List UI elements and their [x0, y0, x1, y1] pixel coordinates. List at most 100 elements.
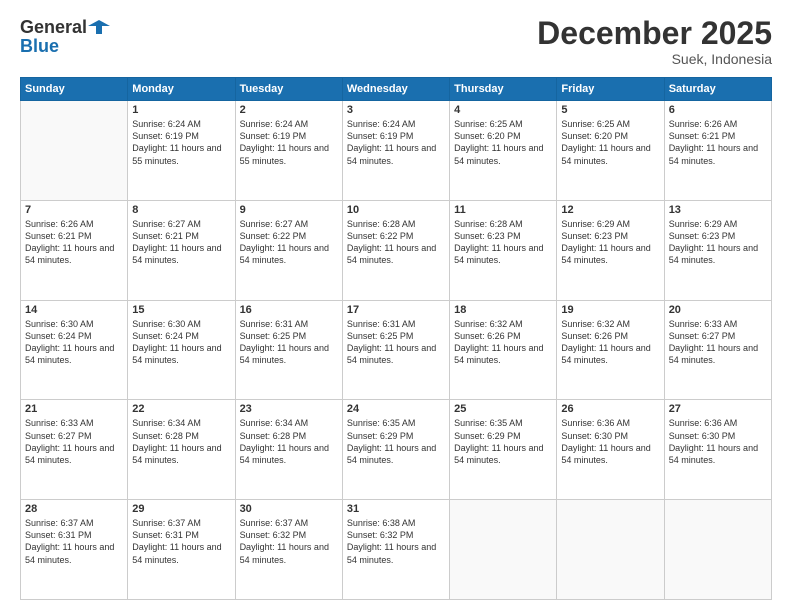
table-row: 28 Sunrise: 6:37 AM Sunset: 6:31 PM Dayli…: [21, 500, 128, 600]
col-saturday: Saturday: [664, 78, 771, 101]
table-row: 13Sunrise: 6:29 AM Sunset: 6:23 PM Dayli…: [664, 200, 771, 300]
table-row: [450, 500, 557, 600]
location: Suek, Indonesia: [537, 51, 772, 67]
cell-info: Sunrise: 6:28 AM Sunset: 6:23 PM Dayligh…: [454, 218, 552, 267]
table-row: 9 Sunrise: 6:27 AM Sunset: 6:22 PM Daylig…: [235, 200, 342, 300]
day-number: 9: [240, 204, 338, 216]
day-number: 10: [347, 204, 445, 216]
cell-info: Sunrise: 6:33 AM Sunset: 6:27 PM Dayligh…: [669, 318, 767, 367]
table-row: 30 Sunrise: 6:37 AM Sunset: 6:32 PM Dayli…: [235, 500, 342, 600]
table-row: 14 Sunrise: 6:30 AM Sunset: 6:24 PM Dayli…: [21, 300, 128, 400]
cell-info: Sunrise: 6:30 AM Sunset: 6:24 PM Dayligh…: [25, 318, 123, 367]
calendar: Sunday Monday Tuesday Wednesday Thursday…: [20, 77, 772, 600]
cell-info: Sunrise: 6:26 AM Sunset: 6:21 PM Dayligh…: [669, 118, 767, 167]
cell-info: Sunrise: 6:31 AM Sunset: 6:25 PM Dayligh…: [240, 318, 338, 367]
cell-info: Sunrise: 6:36 AM Sunset: 6:30 PM Dayligh…: [669, 417, 767, 466]
col-wednesday: Wednesday: [342, 78, 449, 101]
day-number: 14: [25, 304, 123, 316]
table-row: 21Sunrise: 6:33 AM Sunset: 6:27 PM Dayli…: [21, 400, 128, 500]
month-title: December 2025: [537, 16, 772, 51]
table-row: 23 Sunrise: 6:34 AM Sunset: 6:28 PM Dayli…: [235, 400, 342, 500]
cell-info: Sunrise: 6:26 AM Sunset: 6:21 PM Dayligh…: [25, 218, 123, 267]
table-row: 1 Sunrise: 6:24 AM Sunset: 6:19 PM Daylig…: [128, 101, 235, 201]
cell-info: Sunrise: 6:27 AM Sunset: 6:22 PM Dayligh…: [240, 218, 338, 267]
table-row: 10 Sunrise: 6:28 AM Sunset: 6:22 PM Dayli…: [342, 200, 449, 300]
cell-info: Sunrise: 6:36 AM Sunset: 6:30 PM Dayligh…: [561, 417, 659, 466]
day-number: 23: [240, 403, 338, 415]
table-row: 25 Sunrise: 6:35 AM Sunset: 6:29 PM Dayli…: [450, 400, 557, 500]
table-row: 6 Sunrise: 6:26 AM Sunset: 6:21 PM Daylig…: [664, 101, 771, 201]
table-row: 16 Sunrise: 6:31 AM Sunset: 6:25 PM Dayli…: [235, 300, 342, 400]
table-row: 3 Sunrise: 6:24 AM Sunset: 6:19 PM Daylig…: [342, 101, 449, 201]
day-number: 2: [240, 104, 338, 116]
cell-info: Sunrise: 6:35 AM Sunset: 6:29 PM Dayligh…: [454, 417, 552, 466]
cell-info: Sunrise: 6:24 AM Sunset: 6:19 PM Dayligh…: [132, 118, 230, 167]
day-number: 5: [561, 104, 659, 116]
table-row: 24 Sunrise: 6:35 AM Sunset: 6:29 PM Dayli…: [342, 400, 449, 500]
day-number: 20: [669, 304, 767, 316]
cell-info: Sunrise: 6:37 AM Sunset: 6:31 PM Dayligh…: [25, 517, 123, 566]
table-row: 27 Sunrise: 6:36 AM Sunset: 6:30 PM Dayli…: [664, 400, 771, 500]
day-number: 27: [669, 403, 767, 415]
logo-bird-icon: [88, 16, 110, 38]
table-row: 29 Sunrise: 6:37 AM Sunset: 6:31 PM Dayli…: [128, 500, 235, 600]
day-number: 24: [347, 403, 445, 415]
cell-info: Sunrise: 6:28 AM Sunset: 6:22 PM Dayligh…: [347, 218, 445, 267]
table-row: 5 Sunrise: 6:25 AM Sunset: 6:20 PM Daylig…: [557, 101, 664, 201]
table-row: 8 Sunrise: 6:27 AM Sunset: 6:21 PM Daylig…: [128, 200, 235, 300]
day-number: 18: [454, 304, 552, 316]
cell-info: Sunrise: 6:24 AM Sunset: 6:19 PM Dayligh…: [240, 118, 338, 167]
cell-info: Sunrise: 6:29 AM Sunset: 6:23 PM Dayligh…: [669, 218, 767, 267]
col-friday: Friday: [557, 78, 664, 101]
day-number: 8: [132, 204, 230, 216]
table-row: 11 Sunrise: 6:28 AM Sunset: 6:23 PM Dayli…: [450, 200, 557, 300]
col-sunday: Sunday: [21, 78, 128, 101]
day-number: 28: [25, 503, 123, 515]
page: General Blue December 2025 Suek, Indones…: [0, 0, 792, 612]
table-row: 15Sunrise: 6:30 AM Sunset: 6:24 PM Dayli…: [128, 300, 235, 400]
cell-info: Sunrise: 6:24 AM Sunset: 6:19 PM Dayligh…: [347, 118, 445, 167]
day-number: 19: [561, 304, 659, 316]
logo-blue: Blue: [20, 36, 110, 57]
cell-info: Sunrise: 6:25 AM Sunset: 6:20 PM Dayligh…: [561, 118, 659, 167]
day-number: 21: [25, 403, 123, 415]
cell-info: Sunrise: 6:37 AM Sunset: 6:31 PM Dayligh…: [132, 517, 230, 566]
logo-general: General: [20, 17, 87, 38]
day-number: 17: [347, 304, 445, 316]
table-row: 22 Sunrise: 6:34 AM Sunset: 6:28 PM Dayli…: [128, 400, 235, 500]
table-row: 31 Sunrise: 6:38 AM Sunset: 6:32 PM Dayli…: [342, 500, 449, 600]
col-monday: Monday: [128, 78, 235, 101]
cell-info: Sunrise: 6:27 AM Sunset: 6:21 PM Dayligh…: [132, 218, 230, 267]
day-number: 7: [25, 204, 123, 216]
table-row: [21, 101, 128, 201]
day-number: 11: [454, 204, 552, 216]
cell-info: Sunrise: 6:35 AM Sunset: 6:29 PM Dayligh…: [347, 417, 445, 466]
day-number: 12: [561, 204, 659, 216]
day-number: 16: [240, 304, 338, 316]
day-number: 31: [347, 503, 445, 515]
cell-info: Sunrise: 6:37 AM Sunset: 6:32 PM Dayligh…: [240, 517, 338, 566]
table-row: 2 Sunrise: 6:24 AM Sunset: 6:19 PM Daylig…: [235, 101, 342, 201]
day-number: 22: [132, 403, 230, 415]
cell-info: Sunrise: 6:25 AM Sunset: 6:20 PM Dayligh…: [454, 118, 552, 167]
day-number: 6: [669, 104, 767, 116]
table-row: 12 Sunrise: 6:29 AM Sunset: 6:23 PM Dayli…: [557, 200, 664, 300]
title-block: December 2025 Suek, Indonesia: [537, 16, 772, 67]
day-number: 26: [561, 403, 659, 415]
cell-info: Sunrise: 6:29 AM Sunset: 6:23 PM Dayligh…: [561, 218, 659, 267]
day-number: 25: [454, 403, 552, 415]
cell-info: Sunrise: 6:34 AM Sunset: 6:28 PM Dayligh…: [132, 417, 230, 466]
day-number: 1: [132, 104, 230, 116]
cell-info: Sunrise: 6:34 AM Sunset: 6:28 PM Dayligh…: [240, 417, 338, 466]
logo: General Blue: [20, 16, 110, 57]
header: General Blue December 2025 Suek, Indones…: [20, 16, 772, 67]
col-tuesday: Tuesday: [235, 78, 342, 101]
day-number: 29: [132, 503, 230, 515]
cell-info: Sunrise: 6:38 AM Sunset: 6:32 PM Dayligh…: [347, 517, 445, 566]
day-number: 3: [347, 104, 445, 116]
table-row: [664, 500, 771, 600]
table-row: 19Sunrise: 6:32 AM Sunset: 6:26 PM Dayli…: [557, 300, 664, 400]
day-number: 30: [240, 503, 338, 515]
table-row: [557, 500, 664, 600]
table-row: 7 Sunrise: 6:26 AM Sunset: 6:21 PM Daylig…: [21, 200, 128, 300]
